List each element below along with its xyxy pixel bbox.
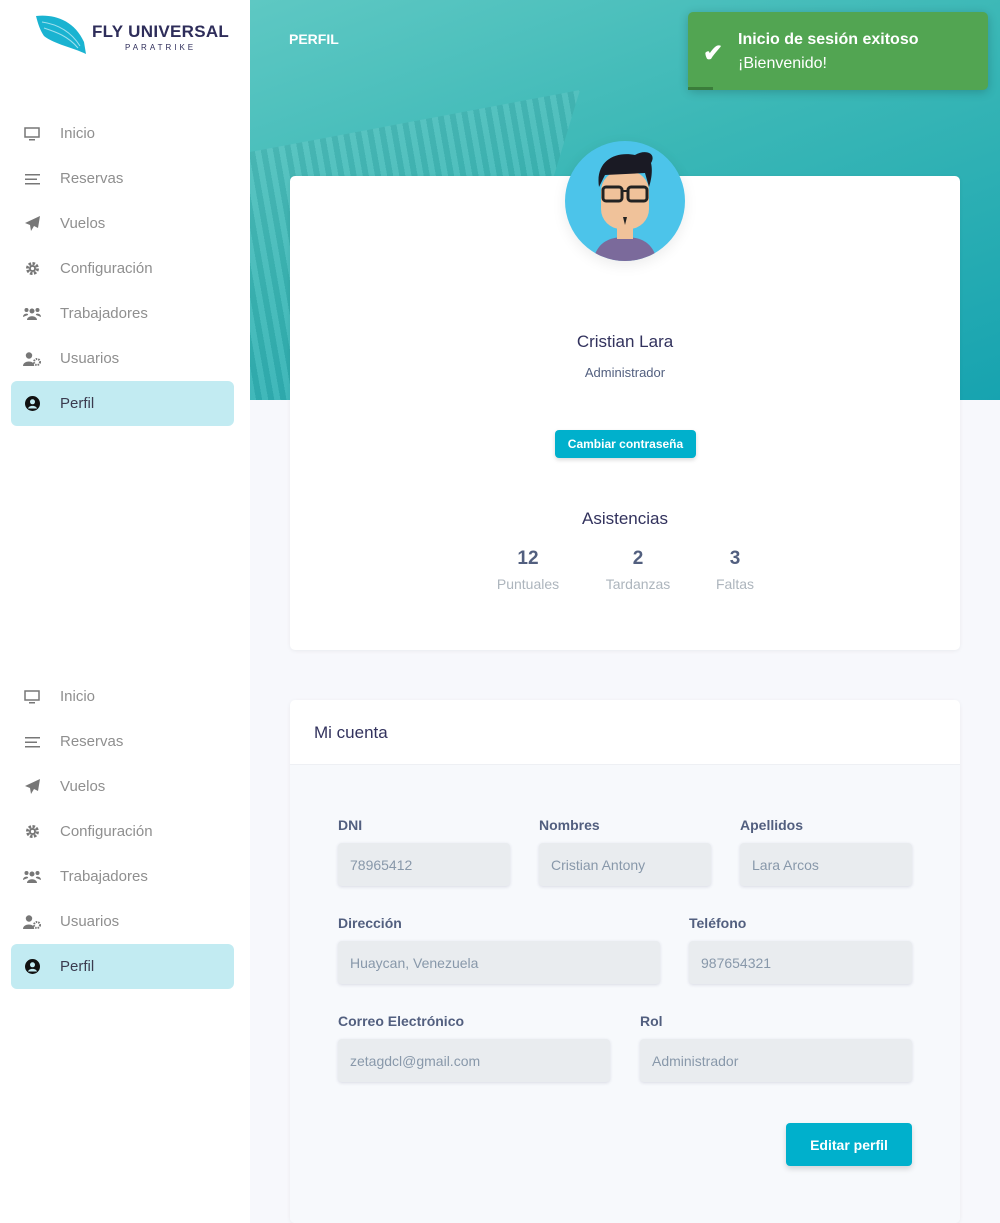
sidebar-item-trabajadores[interactable]: Trabajadores xyxy=(11,291,234,336)
rol-input[interactable] xyxy=(640,1039,912,1082)
sidebar-item-label: Configuración xyxy=(60,260,153,277)
correo-input[interactable] xyxy=(338,1039,610,1082)
account-card: Mi cuenta DNI Nombres Apellidos Direcció… xyxy=(290,700,960,1223)
toast-progress xyxy=(688,87,713,90)
stat-value: 12 xyxy=(517,548,539,569)
paper-plane-icon xyxy=(22,779,42,794)
sidebar-item-configuracin[interactable]: Configuración xyxy=(11,246,234,291)
sidebar-item-label: Perfil xyxy=(60,395,95,412)
sidebar-item-label: Reservas xyxy=(60,170,124,187)
telefono-field-group: Teléfono xyxy=(689,915,912,984)
wing-logo-icon xyxy=(36,15,86,54)
sidebar: FLY UNIVERSAL PARATRIKE Inicio Reservas Vu… xyxy=(0,0,250,1223)
stat-value: 2 xyxy=(632,548,644,569)
direccion-input[interactable] xyxy=(338,941,660,984)
check-icon: ✔ xyxy=(703,40,724,67)
sidebar-item-label: Vuelos xyxy=(60,215,106,232)
correo-label: Correo Electrónico xyxy=(338,1013,465,1029)
stat-label: Faltas xyxy=(715,576,755,592)
edit-profile-button[interactable]: Editar perfil xyxy=(786,1123,912,1166)
dni-field-group: DNI xyxy=(338,817,510,886)
users-icon xyxy=(22,307,42,320)
sidebar-item-inicio[interactable]: Inicio xyxy=(11,111,234,156)
toast-title: Inicio de sesión exitoso xyxy=(738,31,919,48)
sidebar-item-configuracin[interactable]: Configuración xyxy=(11,809,234,854)
profile-role: Administrador xyxy=(584,365,666,380)
success-toast[interactable]: ✔ Inicio de sesión exitoso ¡Bienvenido! xyxy=(688,12,988,90)
avatar xyxy=(565,141,685,261)
telefono-label: Teléfono xyxy=(689,915,747,931)
user-cog-icon xyxy=(22,914,42,929)
sidebar-item-inicio[interactable]: Inicio xyxy=(11,674,234,719)
dni-label: DNI xyxy=(338,817,363,833)
monitor-icon xyxy=(22,126,42,141)
sidebar-item-label: Trabajadores xyxy=(60,305,148,322)
list-icon xyxy=(22,173,42,185)
nombres-field-group: Nombres xyxy=(539,817,711,886)
change-password-button[interactable]: Cambiar contraseña xyxy=(555,430,696,458)
sidebar-item-usuarios[interactable]: Usuarios xyxy=(11,899,234,944)
stat-faltas: 3 Faltas xyxy=(685,548,785,592)
page-title: PERFIL xyxy=(289,31,339,47)
direccion-field-group: Dirección xyxy=(338,915,660,984)
user-circle-icon xyxy=(22,396,42,411)
stat-label: Puntuales xyxy=(496,576,560,592)
sidebar-item-perfil[interactable]: Perfil xyxy=(11,944,234,989)
gear-icon xyxy=(22,824,42,839)
list-icon xyxy=(22,736,42,748)
user-cog-icon xyxy=(22,351,42,366)
account-title: Mi cuenta xyxy=(290,700,960,765)
rol-label: Rol xyxy=(640,1013,663,1029)
sidebar-nav-duplicate: Inicio Reservas Vuelos Configuración Trabaja… xyxy=(11,674,234,989)
sidebar-item-label: Usuarios xyxy=(60,350,120,367)
sidebar-item-label: Usuarios xyxy=(60,913,120,930)
telefono-input[interactable] xyxy=(689,941,912,984)
paper-plane-icon xyxy=(22,216,42,231)
profile-name: Cristian Lara xyxy=(576,332,674,351)
apellidos-input[interactable] xyxy=(740,843,912,886)
toast-message: ¡Bienvenido! xyxy=(738,55,827,72)
stat-value: 3 xyxy=(729,548,741,569)
direccion-label: Dirección xyxy=(338,915,402,931)
sidebar-item-label: Perfil xyxy=(60,958,95,975)
brand-logo[interactable]: FLY UNIVERSAL PARATRIKE xyxy=(34,14,229,54)
sidebar-item-label: Configuración xyxy=(60,823,153,840)
brand-name: FLY UNIVERSAL xyxy=(92,22,230,41)
sidebar-item-trabajadores[interactable]: Trabajadores xyxy=(11,854,234,899)
stat-tardanzas: 2 Tardanzas xyxy=(588,548,688,592)
sidebar-item-label: Reservas xyxy=(60,733,124,750)
sidebar-item-label: Vuelos xyxy=(60,778,106,795)
sidebar-item-perfil[interactable]: Perfil xyxy=(11,381,234,426)
sidebar-item-label: Inicio xyxy=(60,688,96,705)
nombres-label: Nombres xyxy=(539,817,600,833)
sidebar-item-usuarios[interactable]: Usuarios xyxy=(11,336,234,381)
sidebar-item-label: Inicio xyxy=(60,125,96,142)
correo-field-group: Correo Electrónico xyxy=(338,1013,610,1082)
sidebar-item-reservas[interactable]: Reservas xyxy=(11,719,234,764)
sidebar-item-vuelos[interactable]: Vuelos xyxy=(11,201,234,246)
stat-label: Tardanzas xyxy=(605,576,671,592)
user-circle-icon xyxy=(22,959,42,974)
monitor-icon xyxy=(22,689,42,704)
users-icon xyxy=(22,870,42,883)
attendance-title: Asistencias xyxy=(582,509,668,528)
profile-card: Cristian Lara Administrador Cambiar cont… xyxy=(290,141,960,650)
apellidos-field-group: Apellidos xyxy=(740,817,912,886)
sidebar-nav: Inicio Reservas Vuelos Configuración Trabaja… xyxy=(11,111,234,426)
gear-icon xyxy=(22,261,42,276)
apellidos-label: Apellidos xyxy=(740,817,804,833)
sidebar-item-label: Trabajadores xyxy=(60,868,148,885)
rol-field-group: Rol xyxy=(640,1013,912,1082)
dni-input[interactable] xyxy=(338,843,510,886)
brand-tagline: PARATRIKE xyxy=(124,43,197,52)
stat-puntuales: 12 Puntuales xyxy=(478,548,578,592)
sidebar-item-vuelos[interactable]: Vuelos xyxy=(11,764,234,809)
sidebar-item-reservas[interactable]: Reservas xyxy=(11,156,234,201)
nombres-input[interactable] xyxy=(539,843,711,886)
